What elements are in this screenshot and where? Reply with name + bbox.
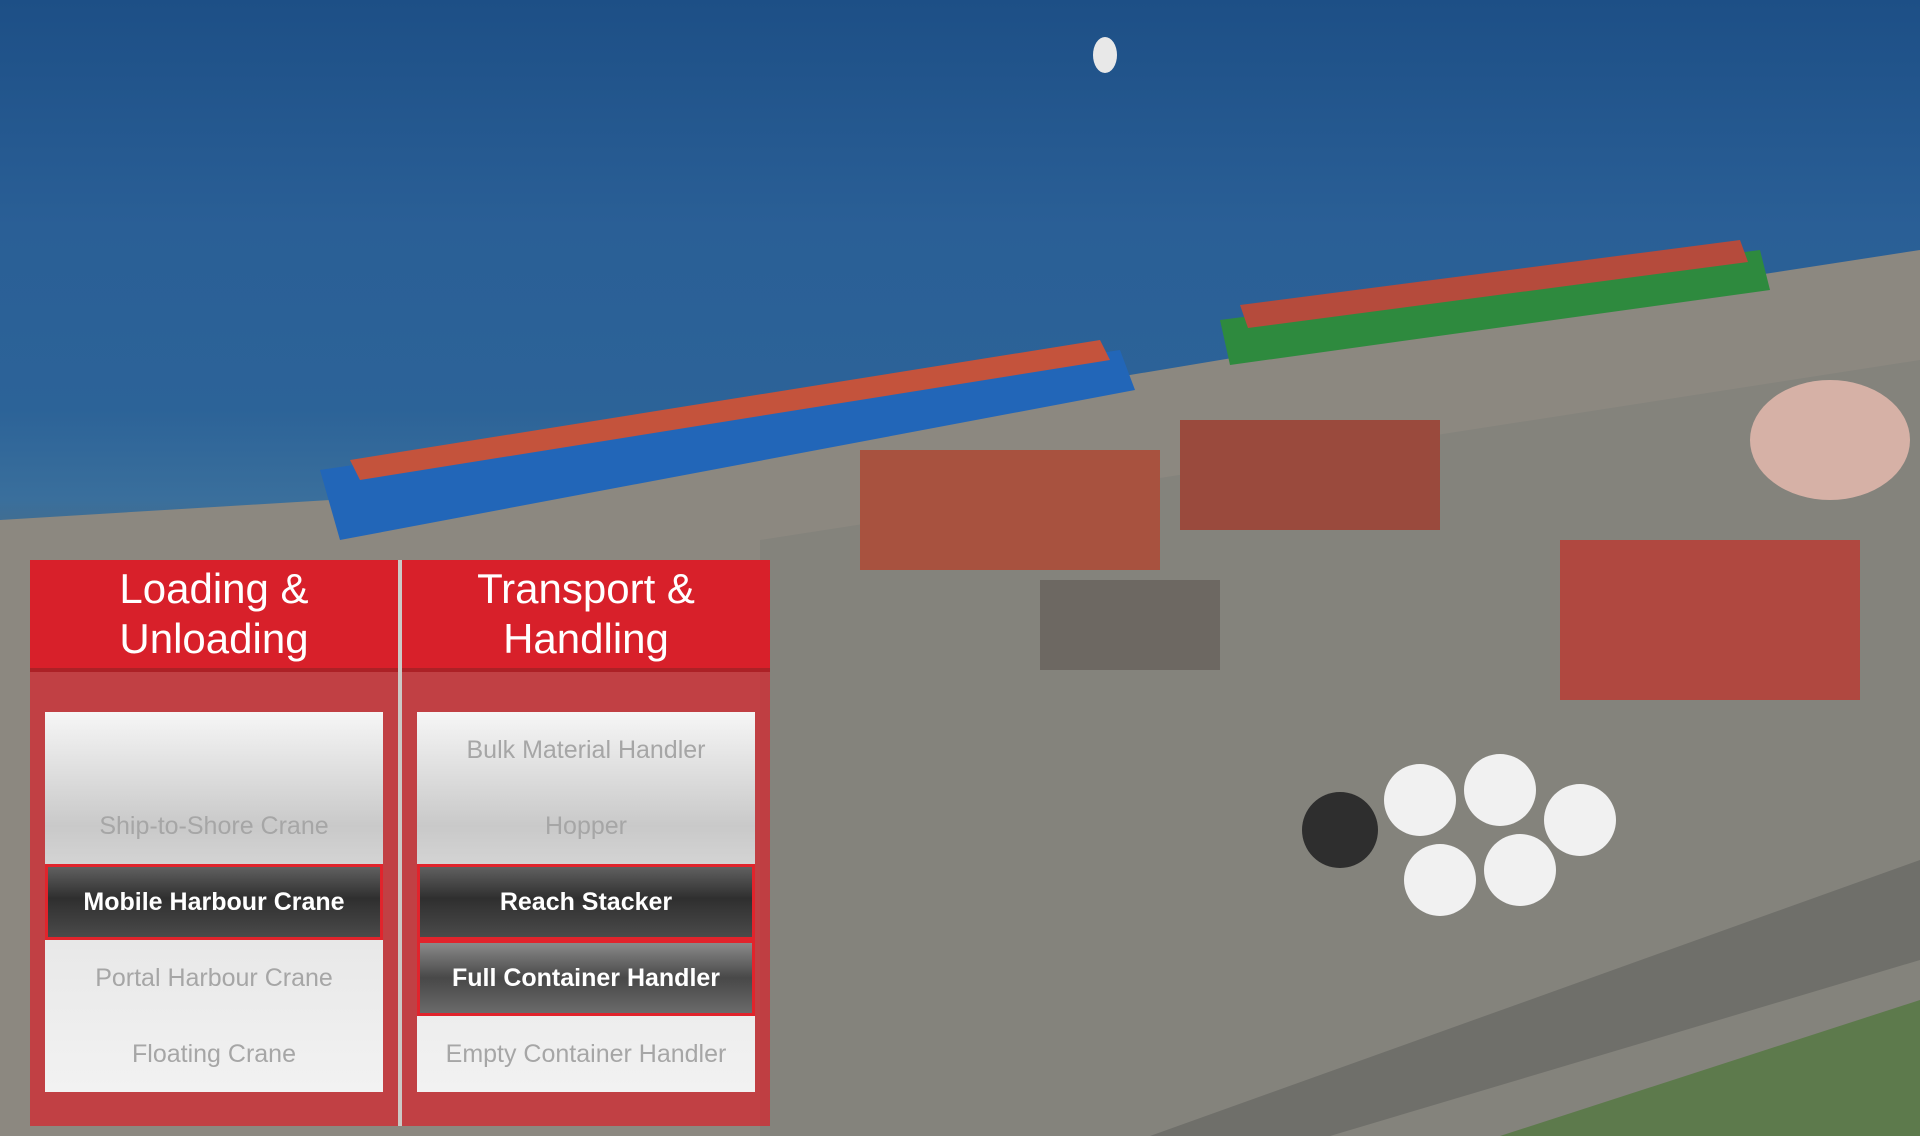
container-stack (1040, 580, 1220, 670)
menu-item-empty-container-handler[interactable]: Empty Container Handler (417, 1016, 755, 1092)
menu-item-full-container-handler[interactable]: Full Container Handler (417, 940, 755, 1016)
white-storage-tank (1484, 834, 1556, 906)
transport-handling-list: Bulk Material Handler Hopper Reach Stack… (417, 712, 755, 1092)
menu-item-portal-harbour-crane[interactable]: Portal Harbour Crane (45, 940, 383, 1016)
container-stack (1560, 540, 1860, 700)
loading-unloading-header: Loading & Unloading (30, 560, 398, 668)
container-stack (860, 450, 1160, 570)
white-storage-tank (1404, 844, 1476, 916)
white-storage-tank (1384, 764, 1456, 836)
white-storage-tank (1544, 784, 1616, 856)
loading-unloading-list: Ship-to-Shore Crane Mobile Harbour Crane… (45, 712, 383, 1092)
menu-item-bulk-material-handler[interactable]: Bulk Material Handler (417, 712, 755, 788)
header-divider (30, 668, 398, 672)
tug-boat (1093, 37, 1117, 73)
menu-item-hopper[interactable]: Hopper (417, 788, 755, 864)
white-storage-tank (1464, 754, 1536, 826)
equipment-category-menu: Loading & Unloading Ship-to-Shore Crane … (30, 560, 770, 1126)
loading-unloading-column: Loading & Unloading Ship-to-Shore Crane … (30, 560, 398, 1126)
storage-dome (1750, 380, 1910, 500)
transport-handling-header: Transport & Handling (402, 560, 770, 668)
menu-item-reach-stacker[interactable]: Reach Stacker (417, 864, 755, 940)
container-stack (1180, 420, 1440, 530)
menu-item-ship-to-shore-crane[interactable]: Ship-to-Shore Crane (45, 788, 383, 864)
transport-handling-column: Transport & Handling Bulk Material Handl… (402, 560, 770, 1126)
header-divider (402, 668, 770, 672)
menu-item-empty (45, 712, 383, 788)
menu-item-floating-crane[interactable]: Floating Crane (45, 1016, 383, 1092)
menu-item-mobile-harbour-crane[interactable]: Mobile Harbour Crane (45, 864, 383, 940)
dark-storage-tank (1302, 792, 1378, 868)
